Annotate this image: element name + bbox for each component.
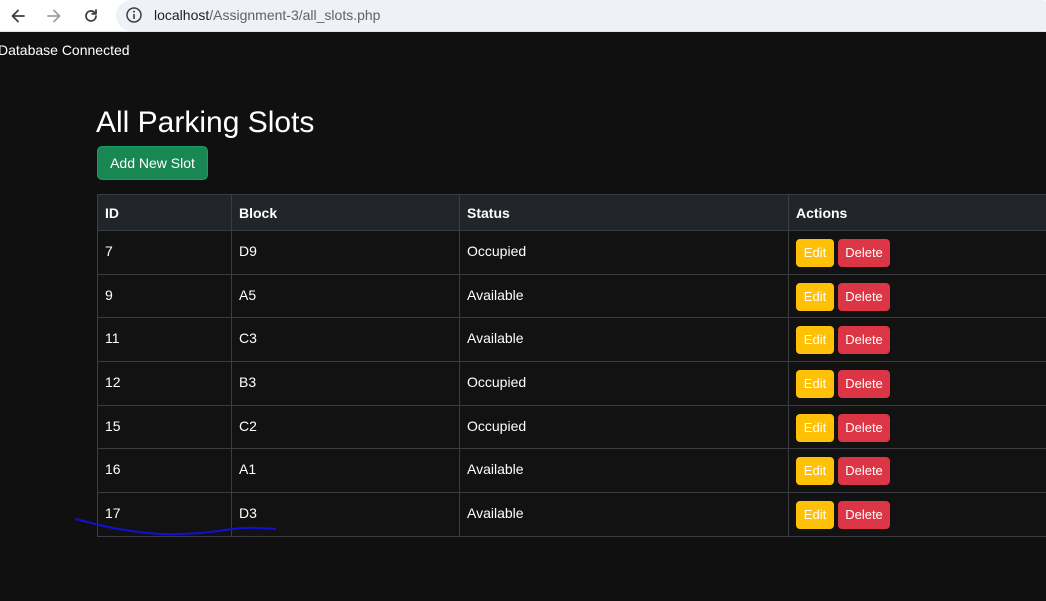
site-info-icon[interactable] — [125, 6, 143, 24]
table-row: 12 B3 Occupied Edit Delete — [97, 361, 1046, 406]
table-row: 17 D3 Available Edit Delete — [97, 492, 1046, 537]
slot-status: Available — [459, 317, 789, 363]
table-row: 11 C3 Available Edit Delete — [97, 317, 1046, 363]
delete-button[interactable]: Delete — [838, 326, 890, 355]
table-header-row: ID Block Status Actions — [97, 194, 1046, 231]
slots-table: ID Block Status Actions 7 D9 Occupied Edit D… — [97, 194, 1046, 537]
slot-id: 11 — [97, 317, 232, 363]
slot-status: Available — [459, 492, 789, 537]
slot-actions: Edit Delete — [788, 230, 1046, 275]
edit-button[interactable]: Edit — [796, 282, 834, 311]
slot-status: Available — [459, 273, 789, 319]
slot-id: 15 — [97, 404, 232, 450]
delete-button[interactable]: Delete — [838, 239, 890, 267]
table-row: 7 D9 Occupied Edit Delete — [97, 230, 1046, 275]
forward-arrow-icon[interactable] — [44, 6, 64, 26]
slot-block: B3 — [231, 361, 460, 406]
table-row: 15 C2 Occupied Edit Delete — [97, 404, 1046, 450]
delete-button[interactable]: Delete — [838, 457, 890, 486]
table-row: 9 A5 Available Edit Delete — [97, 273, 1046, 319]
delete-button[interactable]: Delete — [838, 370, 890, 399]
page-title: All Parking Slots — [96, 106, 315, 139]
header-id: ID — [97, 194, 232, 231]
edit-button[interactable]: Edit — [796, 501, 834, 530]
slot-block: A1 — [231, 448, 460, 494]
page-content: Database Connected All Parking Slots Add… — [0, 33, 1046, 601]
slot-actions: Edit Delete — [788, 361, 1046, 406]
slot-status: Occupied — [459, 404, 789, 450]
slot-status: Occupied — [459, 361, 789, 406]
back-arrow-icon[interactable] — [8, 6, 28, 26]
slot-id: 17 — [97, 492, 232, 537]
slot-status: Available — [459, 448, 789, 494]
browser-toolbar: localhost/Assignment-3/all_slots.php — [0, 0, 1046, 32]
slot-block: C3 — [231, 317, 460, 363]
edit-button[interactable]: Edit — [796, 326, 834, 355]
slot-actions: Edit Delete — [788, 492, 1046, 537]
url-text[interactable]: localhost/Assignment-3/all_slots.php — [154, 7, 380, 24]
slot-block: D9 — [231, 230, 460, 275]
slot-actions: Edit Delete — [788, 317, 1046, 363]
slot-actions: Edit Delete — [788, 448, 1046, 494]
db-status-text: Database Connected — [0, 42, 130, 58]
edit-button[interactable]: Edit — [796, 457, 834, 486]
slot-block: D3 — [231, 492, 460, 537]
slot-status: Occupied — [459, 230, 789, 275]
slot-actions: Edit Delete — [788, 404, 1046, 450]
header-status: Status — [459, 194, 789, 231]
reload-icon[interactable] — [81, 6, 101, 26]
slot-block: A5 — [231, 273, 460, 319]
slot-block: C2 — [231, 404, 460, 450]
url-path: /Assignment-3/all_slots.php — [209, 7, 381, 23]
table-body: 7 D9 Occupied Edit Delete 9 A5 Available Edit Del… — [97, 230, 1046, 537]
url-host: localhost — [154, 7, 210, 23]
edit-button[interactable]: Edit — [796, 370, 834, 399]
add-new-slot-button[interactable]: Add New Slot — [97, 146, 208, 180]
delete-button[interactable]: Delete — [838, 282, 890, 311]
delete-button[interactable]: Delete — [838, 413, 890, 442]
slot-id: 16 — [97, 448, 232, 494]
table-row: 16 A1 Available Edit Delete — [97, 448, 1046, 494]
slot-id: 9 — [97, 273, 232, 319]
header-actions: Actions — [788, 194, 1046, 231]
edit-button[interactable]: Edit — [796, 413, 834, 442]
header-block: Block — [231, 194, 460, 231]
slot-id: 12 — [97, 361, 232, 406]
edit-button[interactable]: Edit — [796, 239, 834, 267]
delete-button[interactable]: Delete — [838, 501, 890, 530]
slot-id: 7 — [97, 230, 232, 275]
slot-actions: Edit Delete — [788, 273, 1046, 319]
